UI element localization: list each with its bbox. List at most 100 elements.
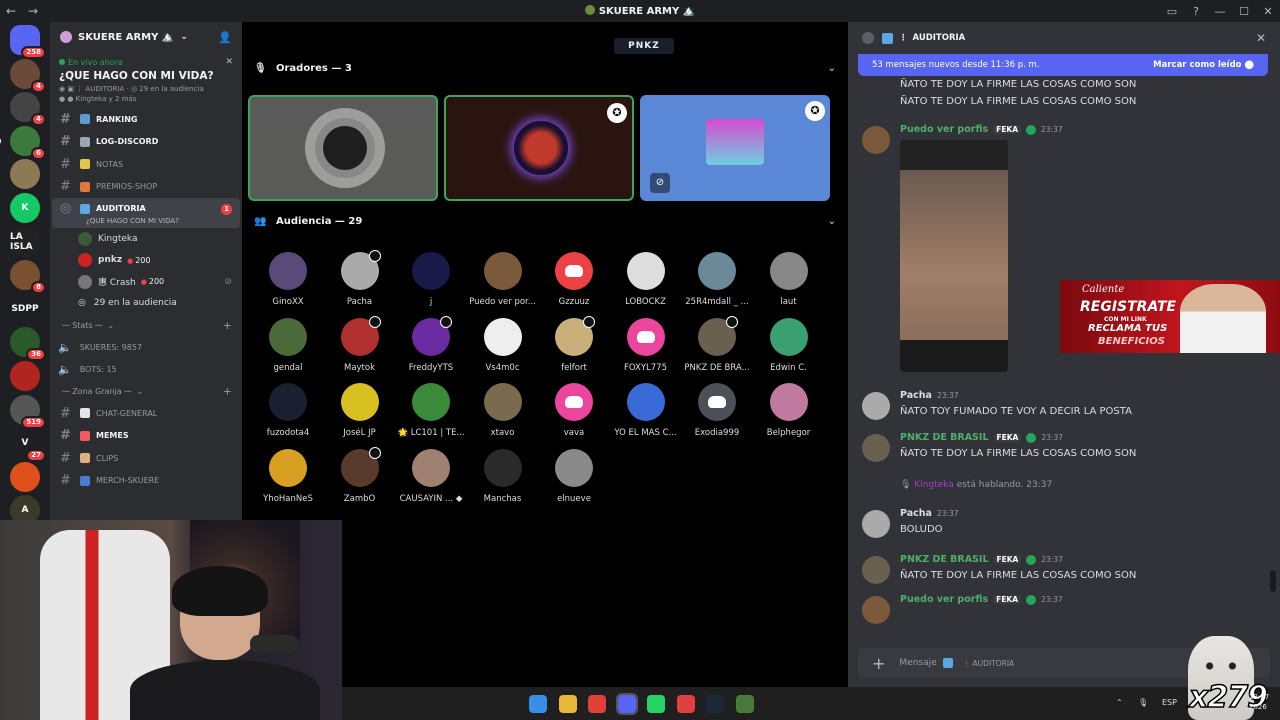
add-channel-icon[interactable]: + bbox=[223, 319, 232, 332]
avatar[interactable] bbox=[862, 392, 890, 420]
discord-icon[interactable] bbox=[615, 693, 638, 715]
forward-arrow-icon[interactable]: → bbox=[22, 4, 44, 18]
audience-member[interactable]: gendal bbox=[248, 317, 328, 373]
pin-icon[interactable]: ▭ bbox=[1160, 5, 1184, 18]
steam-icon[interactable] bbox=[706, 695, 724, 713]
audience-member[interactable]: Maytok bbox=[320, 315, 400, 373]
invite-people-icon[interactable]: 👤 bbox=[218, 31, 232, 44]
mark-as-read-button[interactable]: Marcar como leído ⬤ bbox=[1153, 60, 1254, 70]
close-icon[interactable]: ✕ bbox=[1256, 31, 1266, 45]
audience-member[interactable]: YO EL MAS C... bbox=[606, 383, 686, 438]
voice-user[interactable]: pnkz 200 bbox=[50, 250, 242, 272]
audience-member[interactable]: YhoHanNeS bbox=[248, 448, 328, 504]
audience-member[interactable]: FreddyYTS bbox=[391, 315, 471, 373]
audience-member[interactable]: vava bbox=[534, 383, 614, 438]
xbox-icon[interactable] bbox=[735, 695, 754, 713]
audience-member[interactable]: ZambO bbox=[320, 446, 400, 504]
speaker-tile[interactable] bbox=[248, 95, 438, 201]
avatar[interactable] bbox=[862, 434, 890, 462]
audience-member[interactable]: Belphegor bbox=[749, 383, 829, 438]
audience-member[interactable]: 🌟 LC101 | TE... bbox=[391, 383, 471, 438]
audience-member[interactable]: JoséL JP bbox=[320, 383, 400, 438]
audience-member[interactable]: Manchas bbox=[463, 448, 543, 504]
avatar[interactable] bbox=[862, 556, 890, 584]
server-icon-6[interactable]: LA ISLA bbox=[10, 226, 40, 257]
audience-member[interactable]: Edwin C. bbox=[749, 317, 829, 373]
server-icon-14[interactable]: A bbox=[10, 495, 40, 520]
stat-channel[interactable]: 🔈 SKUERES: 9857 bbox=[50, 336, 242, 358]
help-icon[interactable]: ? bbox=[1184, 5, 1208, 18]
language-indicator[interactable]: ESP bbox=[1162, 698, 1177, 707]
avatar[interactable] bbox=[862, 510, 890, 538]
channel-ranking[interactable]: # RANKING bbox=[52, 108, 240, 131]
server-icon-12[interactable]: V 27 bbox=[10, 428, 46, 463]
chevron-down-icon[interactable]: ⌄ bbox=[180, 32, 188, 42]
server-icon-8[interactable]: SDPP bbox=[10, 293, 40, 324]
server-icon-3[interactable]: 6 bbox=[0, 125, 46, 160]
new-messages-bar[interactable]: 53 mensajes nuevos desde 11:36 p. m. Mar… bbox=[858, 54, 1268, 76]
server-icon-1[interactable]: 4 bbox=[10, 58, 46, 93]
maximize-icon[interactable]: ☐ bbox=[1232, 5, 1256, 18]
server-icon-5[interactable]: K bbox=[10, 192, 40, 223]
minimize-icon[interactable]: — bbox=[1208, 5, 1232, 18]
back-arrow-icon[interactable]: ← bbox=[0, 4, 22, 18]
speaking-user[interactable]: Kingteka bbox=[914, 480, 953, 490]
audience-member[interactable]: Vs4m0c bbox=[463, 317, 543, 373]
channel-log-discord[interactable]: # LOG-DISCORD bbox=[52, 131, 240, 154]
audience-member[interactable]: GinoXX bbox=[248, 252, 328, 307]
speaker-tile[interactable]: ✪ bbox=[444, 95, 634, 201]
audience-header[interactable]: 👥 Audiencia — 29 ⌄ bbox=[254, 216, 836, 227]
channel-clips[interactable]: # CLIPS bbox=[52, 447, 240, 470]
tray-chevron-icon[interactable]: ⌃ bbox=[1116, 698, 1123, 707]
message-author[interactable]: Pacha bbox=[900, 390, 932, 401]
audience-member[interactable]: xtavo bbox=[463, 383, 543, 438]
chrome-icon[interactable] bbox=[588, 695, 606, 713]
audience-member[interactable]: FOXYL775 bbox=[606, 317, 686, 373]
voice-user[interactable]: Kingteka bbox=[50, 228, 242, 250]
stat-channel[interactable]: 🔈 BOTS: 15 bbox=[50, 358, 242, 380]
taskbar-clock[interactable]: 23:37 2026 bbox=[1249, 692, 1269, 712]
audience-member[interactable]: laut bbox=[749, 252, 829, 307]
chevron-down-icon[interactable]: ⌄ bbox=[828, 63, 836, 74]
chevron-down-icon[interactable]: ⌄ bbox=[828, 216, 836, 227]
audience-member[interactable]: Pacha bbox=[320, 250, 400, 307]
audience-member[interactable]: Puedo ver por... bbox=[463, 252, 543, 307]
audience-member[interactable]: CAUSAYIN ... ◆ bbox=[391, 448, 471, 504]
file-explorer-icon[interactable] bbox=[558, 695, 577, 713]
audience-member[interactable]: 25R4mdall _ ... bbox=[677, 252, 757, 307]
category-zona-granja[interactable]: ╶─ Zona Granja ─╴ ⌄ + bbox=[50, 380, 242, 402]
scrollbar[interactable] bbox=[1270, 570, 1276, 592]
server-icon-11[interactable]: 519 bbox=[10, 394, 46, 429]
speaker-tile[interactable]: ✪ ⊘ bbox=[640, 95, 830, 201]
audience-count[interactable]: ◎ 29 en la audiencia bbox=[50, 293, 242, 315]
audience-member[interactable]: j bbox=[391, 252, 471, 307]
message-author[interactable]: Puedo ver porfis bbox=[900, 594, 988, 605]
app-icon[interactable] bbox=[676, 695, 695, 713]
server-icon-10[interactable] bbox=[10, 360, 40, 391]
server-icon-13[interactable] bbox=[10, 461, 40, 492]
audience-member[interactable]: felfort bbox=[534, 315, 614, 373]
add-attachment-icon[interactable]: + bbox=[872, 654, 885, 673]
muted-mic-icon[interactable]: ⊘ bbox=[650, 173, 670, 193]
channel-merch-skuere[interactable]: # MERCH-SKUERE bbox=[52, 470, 240, 493]
windows-start-icon[interactable] bbox=[529, 695, 547, 713]
audience-member[interactable]: fuzodota4 bbox=[248, 383, 328, 438]
avatar[interactable] bbox=[862, 126, 890, 154]
server-icon-7[interactable]: 8 bbox=[10, 260, 46, 295]
audience-member[interactable]: LOBOCKZ bbox=[606, 252, 686, 307]
voice-user[interactable]: 惠 Crash 200 ⊘ bbox=[50, 271, 242, 293]
microphone-tray-icon[interactable]: 🎙 bbox=[1138, 698, 1148, 707]
message-author[interactable]: PNKZ DE BRASIL bbox=[900, 554, 989, 565]
audience-member[interactable]: Gzzuuz bbox=[534, 252, 614, 307]
audience-member[interactable]: elnueve bbox=[534, 448, 614, 504]
audience-member[interactable]: Exodia999 bbox=[677, 383, 757, 438]
live-event-card[interactable]: En vivo ahora ✕ ¿QUE HAGO CON MI VIDA? ◉ … bbox=[56, 54, 236, 106]
channel-premios-shop[interactable]: # PREMIOS-SHOP bbox=[52, 176, 240, 199]
server-header[interactable]: SKUERE ARMY 🏔️ ⌄ 👤 bbox=[50, 22, 242, 52]
server-icon-9[interactable]: 36 bbox=[10, 327, 46, 362]
message-author[interactable]: Puedo ver porfis bbox=[900, 124, 988, 135]
server-icon-4[interactable] bbox=[10, 159, 40, 190]
close-icon[interactable]: ✕ bbox=[225, 57, 233, 67]
channel-memes[interactable]: # MEMES bbox=[52, 425, 240, 448]
image-attachment[interactable] bbox=[900, 140, 1008, 372]
